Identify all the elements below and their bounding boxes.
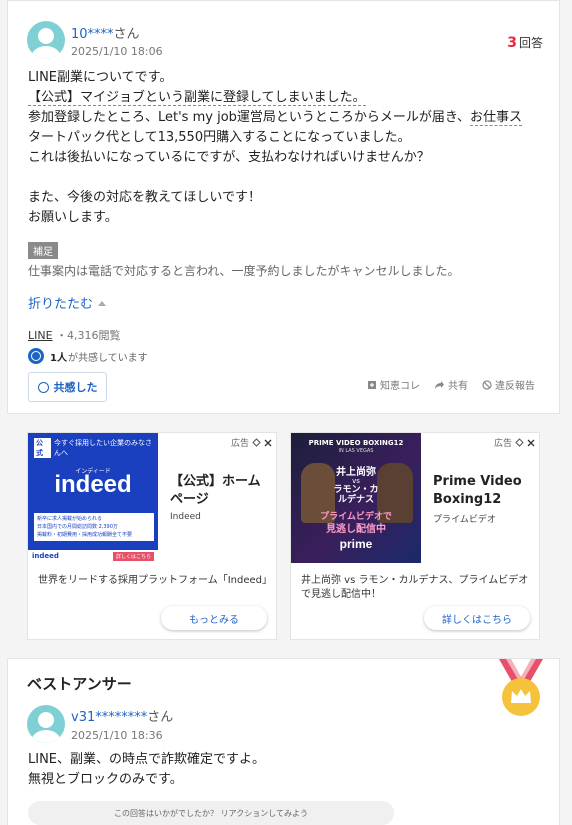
reaction-prompt[interactable]: この回答はいかがでしたか？ リアクションしてみよう — [28, 801, 394, 825]
ad-choices-icon — [252, 438, 261, 447]
report-button[interactable]: 違反報告 — [482, 377, 535, 392]
ad-prime-video-banner[interactable]: PRIME VIDEO BOXING12 IN LAS VEGAS 井上尚弥 v… — [291, 433, 421, 563]
supplement-tag: 補足 — [28, 242, 58, 259]
smile-icon — [37, 381, 49, 393]
best-answer-card: ベストアンサー v31********さん 2025/1/10 18:36 LI… — [7, 658, 560, 825]
prime-logo: prime — [339, 537, 373, 551]
share-button[interactable]: 共有 — [434, 377, 468, 392]
category-link[interactable]: LINE — [28, 329, 53, 342]
fold-toggle[interactable]: 折りたたむ — [28, 293, 107, 312]
medal-crown-icon — [499, 659, 543, 716]
ad-sponsor: プライムビデオ — [433, 515, 496, 525]
keyword-link[interactable]: お仕事ス — [470, 110, 523, 126]
ad-title[interactable]: 【公式】ホームページ — [170, 473, 270, 509]
supplement-text: 仕事案内は電話で対応すると言われ、一度予約しましたがキャンセルしました。 — [28, 264, 460, 278]
view-count: ・4,316閲覧 — [56, 329, 121, 342]
knowledge-collection-button[interactable]: 知恵コレ — [367, 377, 420, 392]
ad-choices-icon — [515, 438, 524, 447]
close-icon[interactable] — [527, 439, 535, 447]
ad-more-button[interactable]: もっとみる — [161, 606, 267, 630]
answer-count[interactable]: 3 回答 — [507, 34, 543, 51]
indeed-logo: indeed — [54, 471, 132, 498]
answer-date: 2025/1/10 18:36 — [71, 729, 163, 742]
questioner-avatar[interactable] — [27, 21, 65, 59]
share-icon — [435, 380, 444, 389]
ad-label[interactable]: 広告 — [494, 436, 535, 449]
question-card: 10****さん 2025/1/10 18:06 3 回答 LINE副業についてで… — [7, 0, 560, 414]
ad-title[interactable]: Prime Video Boxing12 — [433, 473, 533, 509]
questioner-name[interactable]: 10****さん — [71, 23, 140, 42]
best-answer-heading: ベストアンサー — [27, 675, 132, 693]
empathy-status: 1人 が共感しています — [28, 348, 148, 364]
question-actions: 知恵コレ 共有 違反報告 — [367, 377, 535, 392]
close-icon[interactable] — [264, 439, 272, 447]
ad-details-button[interactable]: 詳しくはこちら — [424, 606, 530, 630]
empathy-button[interactable]: 共感した — [28, 372, 107, 402]
ad-sponsor: Indeed — [170, 512, 201, 522]
empathy-icon — [28, 348, 44, 364]
bookmark-plus-icon — [368, 380, 376, 389]
question-body: LINE副業についてです。 【公式】マイジョブという副業に登録してしまいました。… — [28, 70, 523, 225]
question-meta: LINE ・4,316閲覧 — [28, 327, 121, 343]
keyword-link[interactable]: 【公式】マイジョブという副業に登録してしまいました。 — [28, 90, 366, 106]
ad-description: 世界をリードする採用プラットフォーム「Indeed」 — [38, 575, 272, 586]
ad-prime-video[interactable]: PRIME VIDEO BOXING12 IN LAS VEGAS 井上尚弥 v… — [290, 432, 540, 640]
ad-indeed[interactable]: 公式 今すぐ採用したい企業のみなさんへ インディード indeed 新卒に求人掲… — [27, 432, 277, 640]
answerer-name[interactable]: v31********さん — [71, 706, 173, 725]
answerer-avatar[interactable] — [27, 705, 65, 743]
question-date: 2025/1/10 18:06 — [71, 45, 163, 58]
caret-up-icon — [98, 301, 107, 306]
ad-description: 井上尚弥 vs ラモン・カルデナス、プライムビデオで見逃し配信中！ — [301, 575, 529, 600]
ad-indeed-banner[interactable]: 公式 今すぐ採用したい企業のみなさんへ インディード indeed 新卒に求人掲… — [28, 433, 158, 563]
answer-body: LINE、副業、の時点で詐欺確定ですよ。 無視とブロックのみです。 — [28, 752, 266, 787]
ad-label[interactable]: 広告 — [231, 436, 272, 449]
report-icon — [482, 379, 492, 390]
